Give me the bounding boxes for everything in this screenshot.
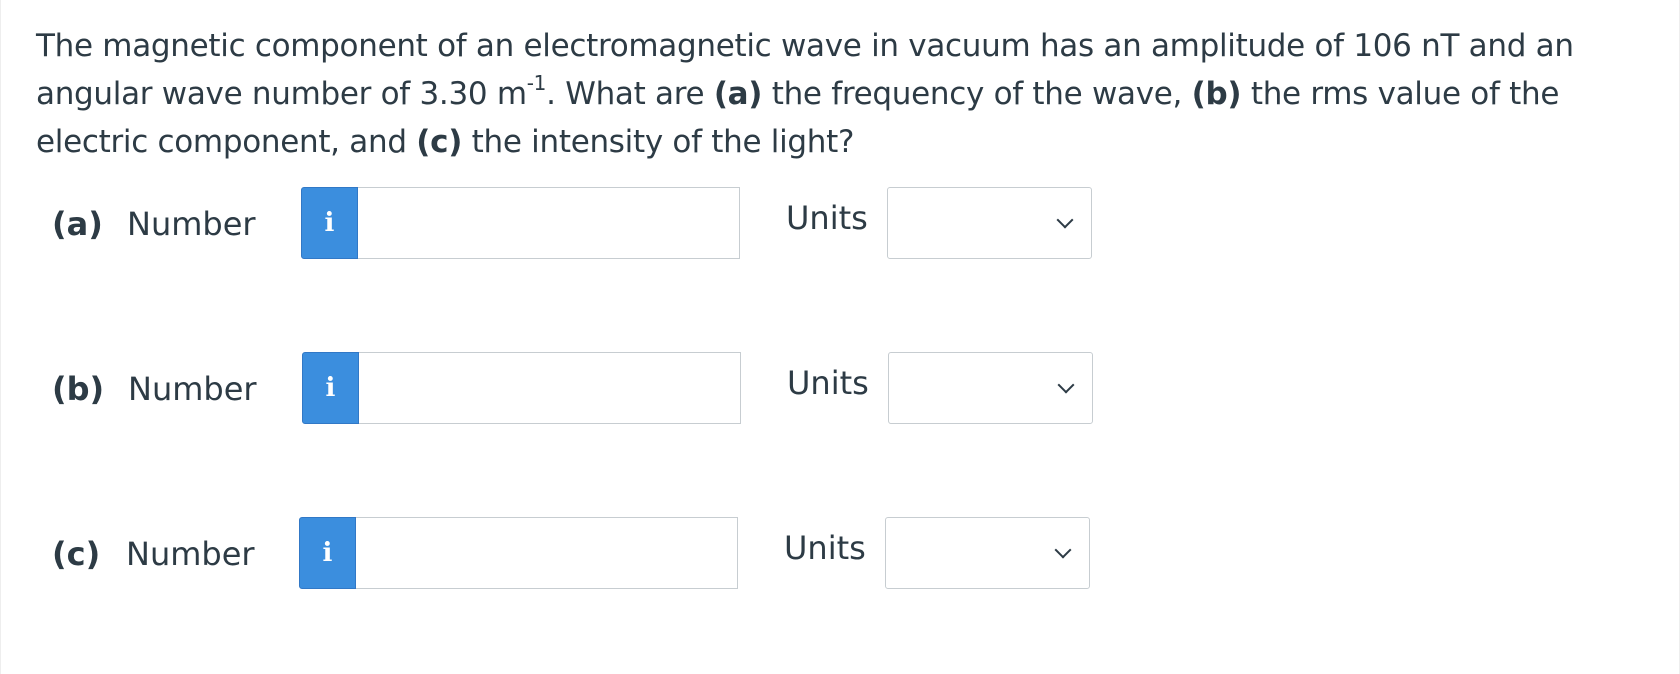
part-a-marker: (a)	[713, 76, 763, 112]
question-superscript: -1	[526, 70, 547, 95]
part-b-marker: (b)	[1191, 76, 1242, 112]
chevron-down-icon	[1057, 376, 1075, 394]
part-label-b: (b)	[52, 370, 105, 408]
question-text-part: the intensity of the light?	[462, 124, 855, 160]
number-label-a: Number	[127, 205, 256, 243]
units-label-b: Units	[787, 364, 869, 402]
answer-row-b: (b) Number i Units	[1, 352, 1680, 424]
part-label-c: (c)	[52, 535, 101, 573]
units-label-c: Units	[784, 529, 866, 567]
units-select-b[interactable]	[888, 352, 1093, 424]
chevron-down-icon	[1056, 211, 1074, 229]
question-text-part: . What are	[546, 76, 714, 112]
info-button-c[interactable]: i	[299, 517, 356, 589]
info-icon: i	[324, 208, 335, 238]
question-text-part: the frequency of the wave,	[762, 76, 1192, 112]
answer-row-c: (c) Number i Units	[1, 517, 1680, 589]
number-input-a[interactable]	[358, 187, 740, 259]
units-select-a[interactable]	[887, 187, 1092, 259]
number-label-b: Number	[128, 370, 257, 408]
number-label-c: Number	[126, 535, 255, 573]
units-select-c[interactable]	[885, 517, 1090, 589]
chevron-down-icon	[1054, 541, 1072, 559]
units-label-a: Units	[786, 199, 868, 237]
part-label-a: (a)	[52, 205, 103, 243]
question-text: The magnetic component of an electromagn…	[36, 22, 1596, 166]
info-icon: i	[322, 538, 333, 568]
info-button-a[interactable]: i	[301, 187, 358, 259]
info-button-b[interactable]: i	[302, 352, 359, 424]
answer-row-a: (a) Number i Units	[1, 187, 1680, 259]
number-input-b[interactable]	[359, 352, 741, 424]
part-c-marker: (c)	[416, 124, 463, 160]
number-input-c[interactable]	[356, 517, 738, 589]
question-panel: The magnetic component of an electromagn…	[0, 0, 1680, 674]
info-icon: i	[325, 373, 336, 403]
